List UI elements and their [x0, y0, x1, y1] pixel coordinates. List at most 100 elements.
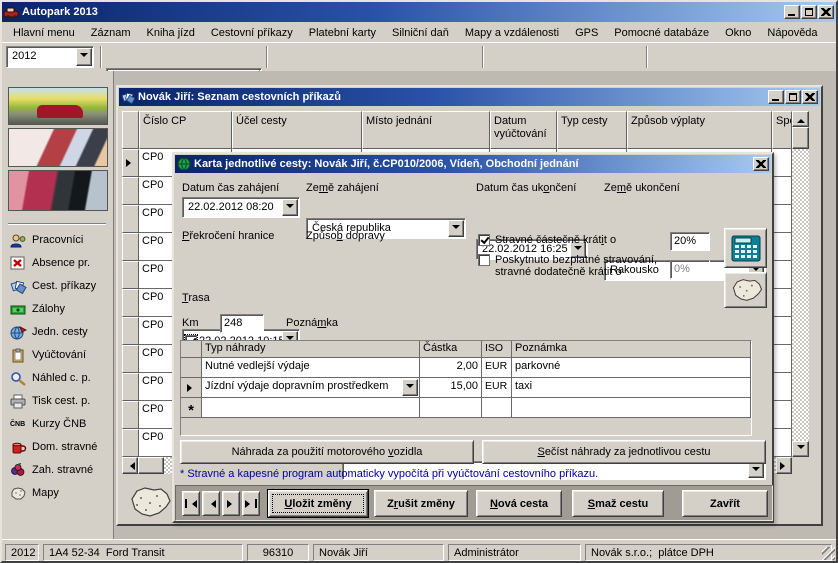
scrollbar-thumb[interactable] — [792, 127, 809, 149]
free-meal-label-line2: stravné dodatečně krátit o — [495, 266, 622, 278]
scroll-left-icon[interactable] — [122, 457, 138, 474]
free-meal-checkbox[interactable] — [478, 254, 490, 266]
menu-pomocne-databaze[interactable]: Pomocné databáze — [607, 25, 716, 41]
scrollbar-thumb[interactable] — [138, 457, 164, 474]
delete-trip-button[interactable]: Smaž cestu — [572, 490, 664, 517]
sum-reimbursements-label: Sečíst náhrady za jednotlivou cestu — [537, 446, 710, 458]
dialog-titlebar: Karta jednotlivé cesty: Novák Jiří, č.CP… — [175, 155, 771, 173]
save-changes-button[interactable]: Uložit změny — [268, 490, 368, 517]
clipboard-icon — [10, 348, 27, 363]
menu-gps[interactable]: GPS — [568, 25, 605, 41]
column-cislo-cp[interactable]: Číslo CP — [139, 111, 232, 149]
sidebar-item-mapy[interactable]: Mapy — [2, 485, 114, 501]
new-trip-button[interactable]: Nová cesta — [476, 490, 562, 517]
chevron-down-icon[interactable] — [282, 199, 298, 216]
menu-platebni-karty[interactable]: Platební karty — [302, 25, 383, 41]
menu-napoveda[interactable]: Nápověda — [760, 25, 824, 41]
cell-type-value: Jízdní výdaje dopravním prostředkem — [205, 380, 388, 392]
sidebar-item-absence-pr[interactable]: Absence pr. — [2, 255, 114, 271]
sum-reimbursements-button[interactable]: Sečíst náhrady za jednotlivou cestu — [482, 440, 766, 464]
chevron-down-icon[interactable] — [402, 379, 418, 396]
table-row-selected[interactable]: Jízdní výdaje dopravním prostředkem 15,0… — [181, 378, 751, 398]
sidebar-item-jedn-cesty[interactable]: Jedn. cesty — [2, 324, 114, 340]
menu-silnicni-dan[interactable]: Silniční daň — [385, 25, 456, 41]
status-role: Administrátor — [448, 544, 581, 561]
free-meal-percent-field[interactable]: 0% — [670, 260, 710, 279]
sidebar-item-tisk-cest-p[interactable]: Tisk cest. p. — [2, 393, 114, 409]
app-close-button[interactable] — [818, 5, 834, 19]
status-year: 2012 — [5, 544, 39, 561]
chevron-down-icon[interactable] — [448, 220, 464, 237]
km-field[interactable]: 248 — [220, 314, 264, 333]
first-record-button[interactable] — [182, 491, 200, 516]
resize-grip[interactable] — [822, 547, 835, 560]
cell-type-combo[interactable]: Jízdní výdaje dopravním prostředkem — [202, 378, 420, 398]
sidebar-item-label: Mapy — [32, 487, 59, 499]
scroll-right-icon[interactable] — [776, 457, 792, 474]
list-minimize-button[interactable] — [768, 90, 784, 104]
sidebar-item-kurzy-cnb[interactable]: ČNB Kurzy ČNB — [2, 416, 114, 432]
app-maximize-button[interactable] — [801, 5, 817, 19]
column-datum-vyuctovani[interactable]: Datum vyúčtování — [490, 111, 557, 149]
discard-changes-button[interactable]: Zrušit změny — [374, 490, 468, 517]
menu-mapy-a-vzdalenosti[interactable]: Mapy a vzdálenosti — [458, 25, 566, 41]
meal-cut-checkbox[interactable] — [478, 234, 490, 246]
vehicle-compensation-button[interactable]: Náhrada za použití motorového vozidla — [180, 440, 474, 464]
menu-bar: Hlavní menu Záznam Kniha jízd Cestovní p… — [2, 23, 836, 42]
dialog-footnote: * Stravné a kapesné program automaticky … — [180, 468, 598, 480]
column-poznamka: Poznámka — [512, 341, 751, 358]
table-row-new[interactable] — [181, 398, 751, 418]
meal-cut-percent-field[interactable]: 20% — [670, 232, 710, 251]
start-datetime-combo[interactable]: 22.02.2012 08:20 — [182, 197, 300, 218]
calculator-icon — [731, 235, 761, 262]
list-maximize-button[interactable] — [785, 90, 801, 104]
chevron-down-icon[interactable] — [76, 48, 92, 66]
chevron-down-icon[interactable] — [748, 463, 764, 478]
menu-cestovni-prikazy[interactable]: Cestovní příkazy — [204, 25, 300, 41]
next-record-button[interactable] — [222, 491, 240, 516]
travel-orders-icon — [10, 279, 27, 294]
column-selector — [122, 111, 139, 149]
delete-trip-label: Smaž cestu — [588, 498, 649, 510]
close-dialog-button[interactable]: Zavřít — [682, 490, 768, 517]
sidebar-divider — [8, 223, 106, 225]
sidebar-item-pracovnici[interactable]: Pracovníci — [2, 232, 114, 248]
scroll-up-icon[interactable] — [792, 111, 809, 127]
sidebar-item-vyuctovani[interactable]: Vyúčtování — [2, 347, 114, 363]
sidebar-item-zah-stravne[interactable]: Zah. stravné — [2, 462, 114, 478]
sidebar-item-label: Absence pr. — [32, 257, 90, 269]
year-combo[interactable]: 2012 — [6, 46, 94, 68]
vertical-scrollbar[interactable] — [792, 111, 809, 457]
scroll-down-icon[interactable] — [792, 441, 809, 457]
status-vehicle: 1A4 52-34 Ford Transit — [43, 544, 243, 561]
menu-hlavni-menu[interactable]: Hlavní menu — [6, 25, 82, 41]
meal-cut-row: Stravné částečně krátit o — [478, 234, 616, 246]
app-minimize-button[interactable] — [784, 5, 800, 19]
column-spolucestujici[interactable]: Spoluc — [772, 111, 792, 149]
previous-record-button[interactable] — [202, 491, 220, 516]
sidebar-item-cest-prikazy[interactable]: Cest. příkazy — [2, 278, 114, 294]
menu-zaznam[interactable]: Záznam — [84, 25, 138, 41]
map-button[interactable] — [724, 272, 767, 308]
sidebar-item-zalohy[interactable]: Zálohy — [2, 301, 114, 317]
column-zpusob-vyplaty[interactable]: Způsob výplaty — [627, 111, 772, 149]
status-bar: 2012 1A4 52-34 Ford Transit 96310 Novák … — [2, 539, 836, 561]
sidebar-item-nahled-cp[interactable]: Náhled c. p. — [2, 370, 114, 386]
last-record-button[interactable] — [242, 491, 260, 516]
sidebar-item-dom-stravne[interactable]: Dom. stravné — [2, 439, 114, 455]
free-meal-percent-value: 0% — [674, 263, 690, 275]
calculator-button[interactable] — [724, 228, 767, 268]
travel-orders-icon — [121, 91, 135, 104]
sidebar-item-label: Cest. příkazy — [32, 280, 96, 292]
status-person: Novák Jiří — [313, 544, 444, 561]
cnb-icon: ČNB — [10, 421, 27, 428]
cell-amount: 15,00 — [420, 378, 482, 398]
column-misto-jednani[interactable]: Místo jednání — [362, 111, 490, 149]
table-row[interactable]: Nutné vedlejší výdaje 2,00 EUR parkovné — [181, 358, 751, 378]
menu-okno[interactable]: Okno — [718, 25, 758, 41]
menu-kniha-jizd[interactable]: Kniha jízd — [140, 25, 202, 41]
list-close-button[interactable] — [802, 90, 818, 104]
column-typ-cesty[interactable]: Typ cesty — [557, 111, 627, 149]
column-ucel-cesty[interactable]: Účel cesty — [232, 111, 362, 149]
dialog-close-button[interactable] — [753, 157, 769, 171]
